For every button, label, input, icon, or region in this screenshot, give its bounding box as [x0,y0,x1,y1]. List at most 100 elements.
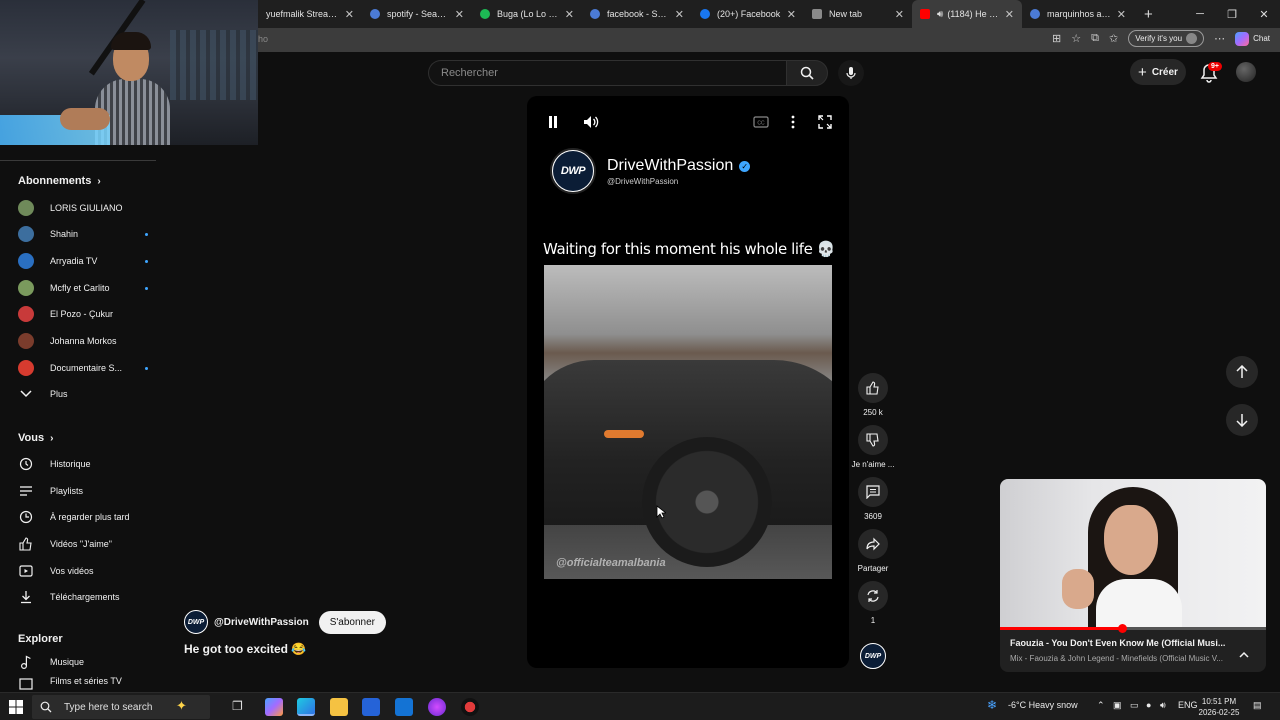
minimize-icon[interactable]: ─ [1184,0,1216,28]
volume-button[interactable] [581,112,601,132]
pause-button[interactable] [543,112,563,132]
edge-app-icon[interactable] [297,698,315,716]
remix-action[interactable]: 1 [858,581,888,625]
progress-knob[interactable] [1118,624,1128,633]
new-tab-button[interactable]: + [1144,6,1153,23]
messenger-app-icon[interactable] [428,698,446,716]
voice-search-button[interactable] [838,60,864,86]
sidebar-item-subscription[interactable]: Mcfly et Carlito [18,275,148,301]
sidebar-item-subscription[interactable]: Documentaire S... [18,355,148,381]
sidebar-item-your-videos[interactable]: Vos vidéos [18,558,148,584]
sidebar-item-subscription[interactable]: Johanna Morkos [18,328,148,354]
bookmark-star-icon[interactable]: ☆ [1071,32,1081,45]
volume-tray-icon[interactable]: 🔊︎ [1160,700,1166,711]
channel-logo[interactable]: DWP [550,148,596,194]
browser-tab[interactable]: New tab ✕ [804,0,912,28]
network-icon[interactable]: ▭ [1130,700,1139,711]
miniplayer-progress-bar[interactable] [1000,624,1266,633]
miniplayer[interactable]: Faouzia - You Don't Even Know Me (Offici… [1000,479,1266,672]
close-tab-icon[interactable]: ✕ [787,8,796,21]
sidebar-item-history[interactable]: Historique [18,451,148,477]
notification-center-icon[interactable]: ▤ [1253,700,1262,711]
extensions-icon[interactable]: ⧉ [1091,32,1099,45]
sidebar-item-subscription[interactable]: Arryadia TV [18,248,148,274]
windows-start-icon[interactable] [8,699,24,715]
browser-tab[interactable]: Buga (Lo Lo Lo) - sc ✕ [472,0,582,28]
remix-button[interactable] [858,581,888,611]
close-window-icon[interactable]: ✕ [1248,0,1280,28]
share-action[interactable]: Partager [858,529,888,573]
verify-profile-button[interactable]: Verify it's you [1128,30,1205,47]
sidebar-item-subscription[interactable]: LORIS GIULIANO [18,195,148,221]
copilot-app-icon[interactable] [265,698,283,716]
sidebar-item-playlists[interactable]: Playlists [18,478,148,504]
subscriptions-header[interactable]: Abonnements › [18,175,101,187]
channel-avatar[interactable]: DWP [184,610,208,634]
browser-tab[interactable]: facebook - Search ✕ [582,0,692,28]
sidebar-item-music[interactable]: Musique [18,649,148,675]
outlook-app-icon[interactable] [395,698,413,716]
sidebar-item-subscription[interactable]: El Pozo - Çukur [18,301,148,327]
search-button[interactable] [786,60,828,86]
create-button[interactable]: + Créer [1130,59,1186,85]
shorts-player[interactable]: CC DWP DriveWithPassion ✓ @DriveWithPass… [527,96,849,668]
captions-button[interactable]: CC [751,112,771,132]
subscribe-button[interactable]: S'abonner [318,610,386,634]
browser-tab[interactable]: (20+) Facebook ✕ [692,0,804,28]
channel-name-row[interactable]: DriveWithPassion ✓ [607,157,751,175]
tray-app-icon[interactable]: ▣ [1113,700,1122,711]
fullscreen-button[interactable] [815,112,835,132]
store-app-icon[interactable] [362,698,380,716]
close-tab-icon[interactable]: ✕ [455,8,464,21]
share-button[interactable] [858,529,888,559]
like-button[interactable] [858,373,888,403]
speaker-icon[interactable]: 🔊︎ [937,9,943,20]
url-text[interactable]: ho [258,34,268,44]
miniplayer-video[interactable] [1000,479,1266,629]
task-view-icon[interactable]: ❐ [232,699,243,713]
search-input[interactable]: Rechercher [428,60,786,86]
close-tab-icon[interactable]: ✕ [675,8,684,21]
sidebar-item-more[interactable]: Plus [18,381,148,407]
account-avatar[interactable] [1236,62,1256,82]
dislike-button[interactable] [858,425,888,455]
next-short-button[interactable] [1226,404,1258,436]
obs-app-icon[interactable] [461,698,479,716]
tray-overflow-icon[interactable]: ⌃ [1097,700,1105,711]
taskbar-clock[interactable]: 10:51 PM 2026-02-25 [1194,696,1244,718]
more-menu-icon[interactable]: ⋯ [1214,32,1225,45]
previous-short-button[interactable] [1226,356,1258,388]
player-more-button[interactable] [783,112,803,132]
file-explorer-icon[interactable] [330,698,348,716]
browser-tab[interactable]: yuefmalik Stream - V ✕ [258,0,362,28]
sidebar-item-liked-videos[interactable]: Vidéos "J'aime" [18,531,148,557]
browser-tab-active[interactable]: 🔊︎ (1184) He got to ✕ [912,0,1022,28]
close-tab-icon[interactable]: ✕ [345,8,354,21]
weather-text[interactable]: -6°C Heavy snow [1008,700,1078,710]
dislike-action[interactable]: Je n'aime ... [852,425,894,469]
sound-source-button[interactable]: DWP [860,643,886,669]
close-tab-icon[interactable]: ✕ [565,8,574,21]
browser-tab[interactable]: marquinhos age - Se ✕ [1022,0,1134,28]
close-tab-icon[interactable]: ✕ [1117,8,1126,21]
webcam-background [170,30,258,100]
favorites-icon[interactable]: ✩ [1109,32,1118,45]
browser-tab[interactable]: spotify - Search ✕ [362,0,472,28]
sidebar-item-downloads[interactable]: Téléchargements [18,584,148,610]
sidebar-item-films[interactable]: Films et séries TV [18,676,148,690]
comments-button[interactable] [858,477,888,507]
mic-tray-icon[interactable]: ● [1146,700,1151,710]
sidebar-item-subscription[interactable]: Shahin [18,221,148,247]
miniplayer-title[interactable]: Faouzia - You Don't Even Know Me (Offici… [1010,638,1235,648]
app-install-icon[interactable]: ⊞ [1052,32,1061,45]
miniplayer-expand-button[interactable] [1236,646,1252,662]
close-tab-icon[interactable]: ✕ [1005,8,1014,21]
channel-handle-link[interactable]: @DriveWithPassion [214,617,309,628]
copilot-chat-button[interactable]: Chat [1235,31,1270,46]
restore-icon[interactable]: ❐ [1216,0,1248,28]
comments-action[interactable]: 3609 [858,477,888,521]
like-action[interactable]: 250 k [858,373,888,417]
you-header[interactable]: Vous › [18,432,53,444]
sidebar-item-watch-later[interactable]: À regarder plus tard [18,504,148,530]
close-tab-icon[interactable]: ✕ [895,8,904,21]
